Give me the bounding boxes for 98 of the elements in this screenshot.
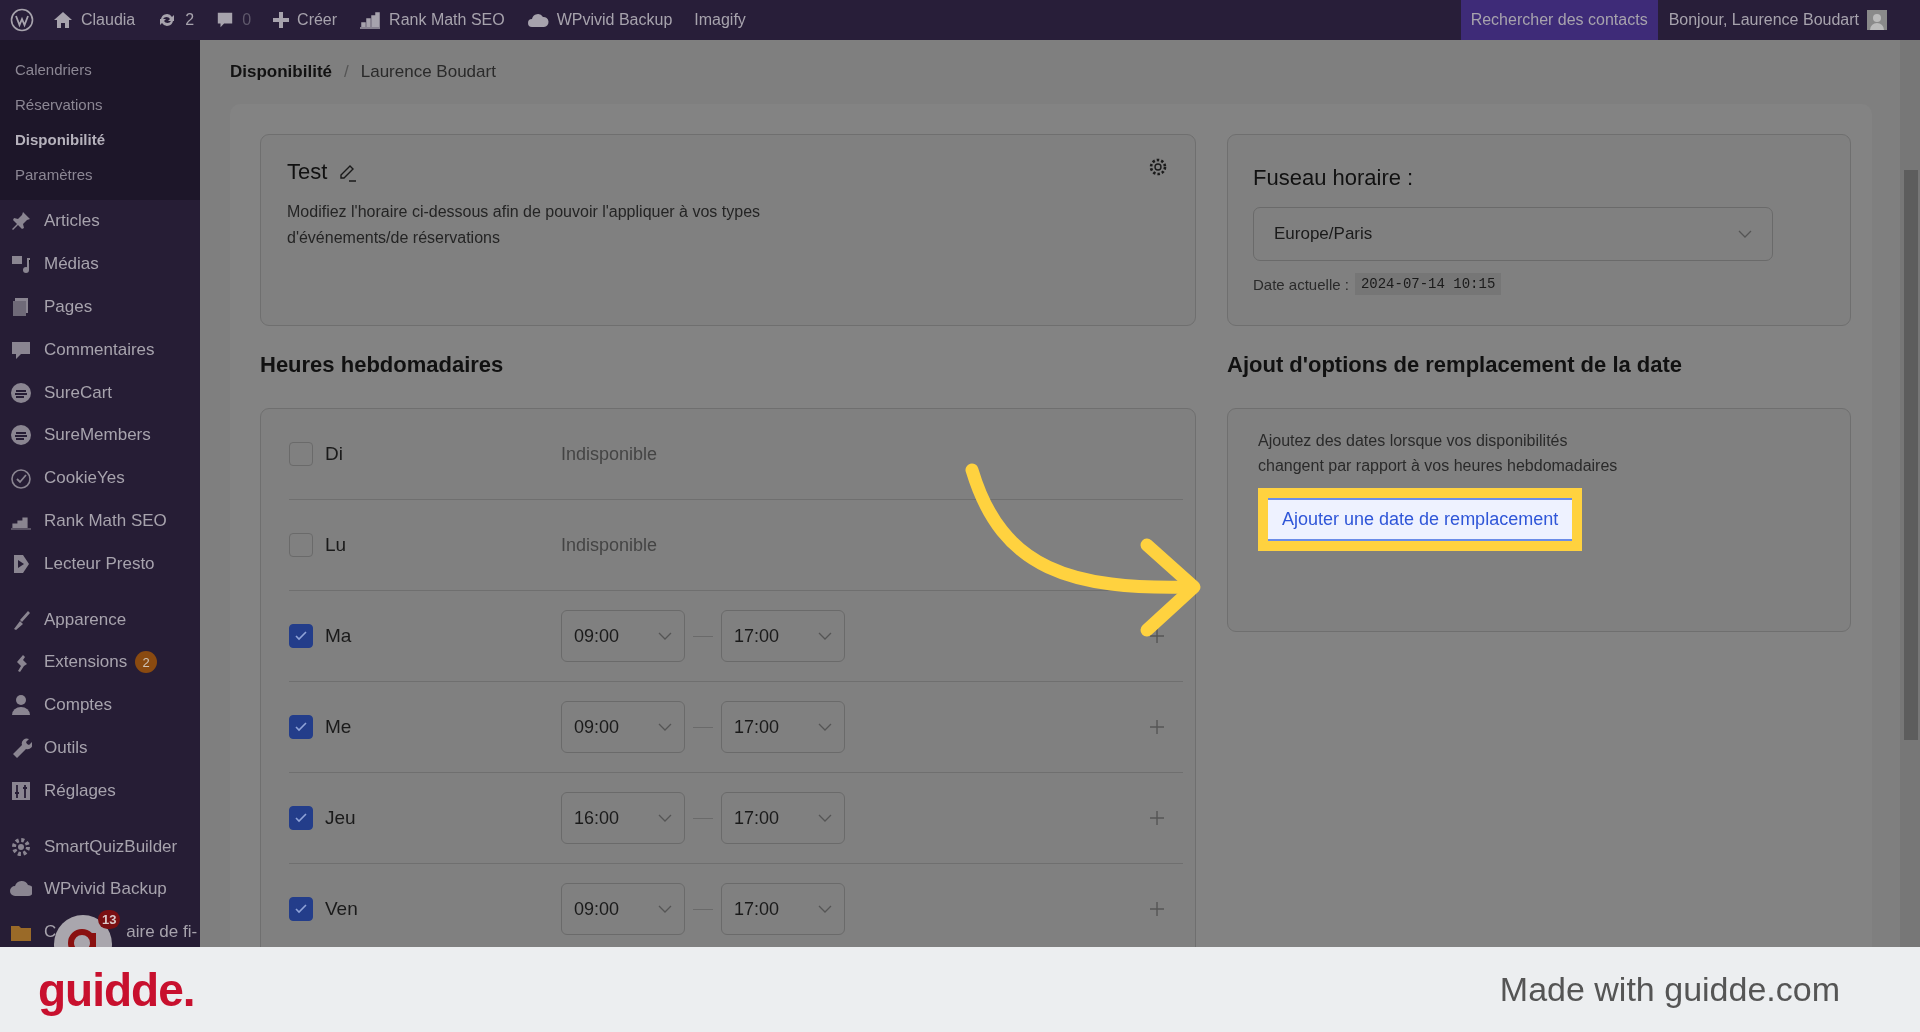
sidebar-menu-item[interactable]: Rank Math SEO [0, 499, 200, 543]
settings-icon[interactable] [1147, 156, 1169, 178]
unavailable-text: Indisponible [561, 443, 658, 465]
sidebar-menu-item[interactable]: Comptes [0, 683, 200, 727]
comment-icon [216, 11, 235, 29]
chevron-down-icon [818, 814, 832, 822]
checkbox[interactable] [289, 715, 313, 739]
timezone-select[interactable]: Europe/Paris [1253, 207, 1773, 261]
brand-logo: guidde. [38, 962, 195, 1017]
sidebar-menu-item[interactable]: Médias [0, 242, 200, 286]
end-time-select[interactable]: 17:00 [721, 701, 845, 753]
home-icon [53, 10, 73, 30]
sidebar-menu-item[interactable]: Apparence [0, 598, 200, 641]
current-date-value: 2024-07-14 10:15 [1354, 273, 1502, 295]
sidebar-menu-item[interactable]: SureCart [0, 371, 200, 414]
checkmark-icon [294, 720, 308, 734]
section-heading: Heures hebdomadaires [260, 352, 505, 379]
schedule-title: Test [287, 159, 328, 185]
checkbox[interactable] [289, 624, 313, 648]
admin-bar-link[interactable]: Claudia [42, 0, 147, 40]
checkmark-icon [294, 629, 308, 643]
cloud-icon [526, 12, 549, 28]
sidebar-menu-item[interactable]: Commentaires [0, 328, 200, 372]
sidebar-menu-item[interactable]: Outils [0, 726, 200, 770]
cookie-icon [10, 467, 32, 490]
sidebar-menu-item[interactable]: Lecteur Presto [0, 542, 200, 586]
sidebar-menu-item[interactable]: Réglages [0, 769, 200, 813]
admin-bar-link[interactable]: Créer [262, 0, 349, 40]
update-count-badge: 2 [135, 651, 158, 674]
end-time-select[interactable]: 17:00 [721, 792, 845, 844]
start-time-select[interactable]: 09:00 [561, 883, 685, 935]
sidebar-menu-item[interactable]: WPvivid Backup [0, 867, 200, 911]
chevron-down-icon [658, 905, 672, 913]
sidebar-menu-item-label[interactable]: aire de fi- [126, 922, 198, 943]
sidebar-menu-item[interactable]: CookieYes [0, 456, 200, 500]
pin-icon [10, 210, 32, 233]
admin-bar-link[interactable]: Rank Math SEO [348, 0, 516, 40]
sliders-icon [10, 779, 32, 802]
account-menu[interactable]: Bonjour, Laurence Boudart [1657, 0, 1898, 40]
checkmark-icon [294, 902, 308, 916]
chevron-down-icon [1738, 230, 1752, 238]
plus-icon [273, 12, 290, 28]
section-heading: Ajout d'options de remplacement de la date [1227, 352, 1684, 379]
day-label: Ma [325, 625, 352, 647]
checkbox[interactable] [289, 897, 313, 921]
chevron-down-icon [658, 632, 672, 640]
admin-bar-link[interactable]: 2 [146, 0, 206, 40]
chevron-down-icon [658, 814, 672, 822]
sidebar-menu-item[interactable]: SureMembers [0, 414, 200, 457]
notification-count-badge: 13 [98, 910, 121, 929]
disc-icon [10, 381, 32, 404]
user-icon [10, 694, 32, 717]
day-label: Di [325, 443, 343, 465]
credit-text: Made with guidde.com [1499, 970, 1840, 1009]
day-label: Me [325, 716, 352, 738]
chevron-down-icon [818, 905, 832, 913]
date-overrides-description: Ajoutez des dates lorsque vos disponibilités changent par rapport à vos heures hebdomadaires [1258, 431, 1618, 476]
unavailable-text: Indisponible [561, 534, 658, 556]
checkbox[interactable] [289, 806, 313, 830]
breadcrumb-link[interactable]: Disponibilité [230, 62, 332, 82]
sidebar-menu-item[interactable]: SmartQuizBuilder [0, 825, 200, 868]
schedule-description: Modifiez l'horaire ci-dessous afin de pouvoir l'appliquer à vos types d'événements/de réservations [287, 202, 762, 248]
sidebar-menu-item[interactable]: Extensions 2 [0, 640, 200, 684]
add-override-button[interactable]: Ajouter une date de remplacement [1268, 497, 1573, 541]
admin-bar-link[interactable]: Imagify [683, 0, 757, 40]
submenu-item[interactable]: Réservations [0, 87, 200, 122]
end-time-select[interactable]: 17:00 [721, 883, 845, 935]
submenu-item[interactable]: Paramètres [0, 157, 200, 192]
submenu-item[interactable]: Disponibilité [0, 122, 200, 157]
gear-icon [10, 835, 32, 858]
breadcrumb-separator: / [344, 62, 349, 82]
add-icon[interactable] [1149, 628, 1165, 644]
scrollbar[interactable] [1900, 40, 1920, 947]
sidebar-menu-item[interactable]: Articles [0, 200, 200, 243]
day-label: Lu [325, 534, 347, 556]
start-time-select[interactable]: 09:00 [561, 610, 685, 662]
submenu-item[interactable]: Calendriers [0, 52, 200, 87]
timezone-title: Fuseau horaire : [1253, 165, 1415, 191]
end-time-select[interactable]: 17:00 [721, 610, 845, 662]
chevron-down-icon [818, 723, 832, 731]
chevron-down-icon [658, 723, 672, 731]
day-label: Jeu [325, 807, 356, 829]
bar-chart-icon [359, 11, 382, 29]
admin-bar-link[interactable]: WPvivid Backup [515, 0, 684, 40]
avatar-icon [1867, 10, 1887, 30]
checkmark-icon [294, 811, 308, 825]
current-date-label: Date actuelle : [1253, 275, 1349, 293]
media-icon [10, 253, 32, 276]
breadcrumb-current: Laurence Boudart [360, 62, 496, 82]
start-time-select[interactable]: 09:00 [561, 701, 685, 753]
start-time-select[interactable]: 16:00 [561, 792, 685, 844]
sidebar-menu-item[interactable]: Pages [0, 285, 200, 329]
sidebar-menu-item-label[interactable]: C [44, 922, 57, 943]
wordpress-logo-icon[interactable] [10, 8, 34, 32]
search-contacts-link[interactable]: Rechercher des contacts [1460, 0, 1658, 40]
disc-icon [10, 424, 32, 447]
chevron-down-icon [818, 632, 832, 640]
day-label: Ven [325, 898, 358, 920]
